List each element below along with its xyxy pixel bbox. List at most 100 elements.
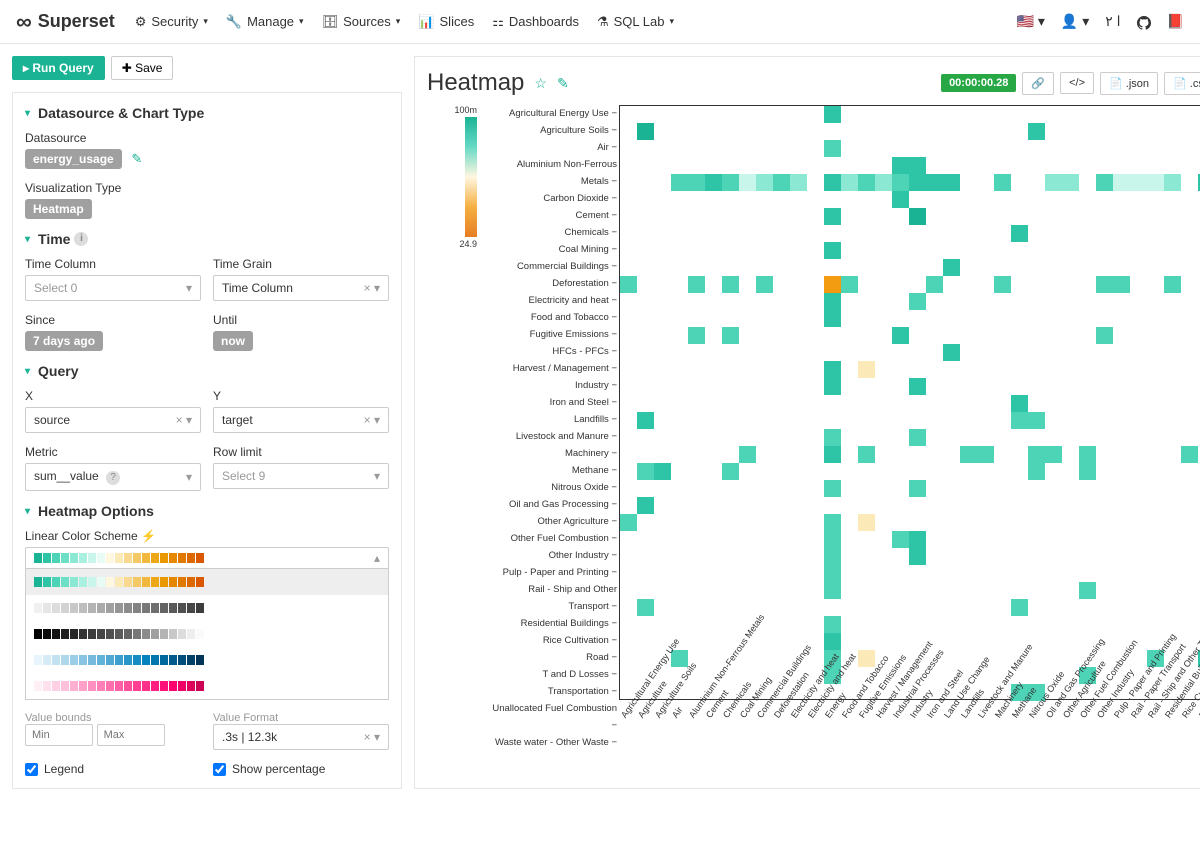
heatmap-cell[interactable] [722,276,739,293]
heatmap-cell[interactable] [909,378,926,395]
datasource-pill[interactable]: energy_usage [25,149,122,169]
heatmap-cell[interactable] [705,174,722,191]
heatmap-cell[interactable] [1096,327,1113,344]
row-limit-select[interactable]: Select 9▾ [213,463,389,489]
heatmap-cell[interactable] [637,463,654,480]
heatmap-cell[interactable] [875,174,892,191]
star-icon[interactable]: ☆ [534,75,547,92]
heatmap-cell[interactable] [1113,174,1130,191]
heatmap-cell[interactable] [1079,463,1096,480]
heatmap-cell[interactable] [722,463,739,480]
run-query-button[interactable]: ▸ Run Query [12,56,105,80]
heatmap-cell[interactable] [1079,446,1096,463]
heatmap-cell[interactable] [739,446,756,463]
heatmap-cell[interactable] [756,174,773,191]
nav-dashboards[interactable]: ⚏Dashboards [492,14,579,30]
y-select[interactable]: target× ▾ [213,407,389,433]
heatmap-cell[interactable] [926,174,943,191]
until-pill[interactable]: now [213,331,253,351]
heatmap-cell[interactable] [892,174,909,191]
heatmap-cell[interactable] [688,327,705,344]
heatmap-cell[interactable] [909,429,926,446]
color-option-pink[interactable] [26,673,388,699]
heatmap-cell[interactable] [1113,276,1130,293]
heatmap-cell[interactable] [994,276,1011,293]
heatmap-cell[interactable] [943,344,960,361]
heatmap-cell[interactable] [1164,276,1181,293]
heatmap-cell[interactable] [824,378,841,395]
heatmap-cell[interactable] [671,174,688,191]
heatmap-cell[interactable] [824,514,841,531]
heatmap-cell[interactable] [620,276,637,293]
section-heatmap-options-header[interactable]: ▾Heatmap Options [25,503,389,519]
heatmap-cell[interactable] [773,174,790,191]
metric-select[interactable]: sum__value ?▾ [25,463,201,491]
heatmap-cell[interactable] [637,123,654,140]
info-icon[interactable]: i [74,232,88,246]
heatmap-cell[interactable] [892,191,909,208]
heatmap-cell[interactable] [824,548,841,565]
heatmap-cell[interactable] [824,633,841,650]
heatmap-cell[interactable] [1079,582,1096,599]
nav-manage[interactable]: 🔧Manage▾ [226,14,304,30]
viz-type-pill[interactable]: Heatmap [25,199,92,219]
heatmap-cell[interactable] [620,514,637,531]
x-select[interactable]: source× ▾ [25,407,201,433]
heatmap-cell[interactable] [824,616,841,633]
heatmap-cell[interactable] [858,174,875,191]
color-scheme-select[interactable]: ▴ [25,547,389,569]
heatmap-cell[interactable] [1045,174,1062,191]
heatmap-cell[interactable] [824,208,841,225]
link-button[interactable]: 🔗 [1022,72,1054,95]
heatmap-cell[interactable] [1011,395,1028,412]
heatmap-cell[interactable] [926,276,943,293]
heatmap-cell[interactable] [909,157,926,174]
heatmap-cell[interactable] [977,446,994,463]
heatmap-cell[interactable] [1130,174,1147,191]
heatmap-cell[interactable] [1181,446,1198,463]
heatmap-cell[interactable] [1011,225,1028,242]
heatmap-cell[interactable] [824,310,841,327]
heatmap-cell[interactable] [1045,446,1062,463]
heatmap-cell[interactable] [824,531,841,548]
heatmap-cell[interactable] [654,463,671,480]
clear-icon[interactable]: × [176,413,183,427]
legend-checkbox[interactable] [25,763,38,776]
embed-button[interactable]: </> [1060,72,1094,94]
heatmap-cell[interactable] [858,361,875,378]
clear-icon[interactable]: × [364,281,371,295]
nav-slices[interactable]: 📊Slices [418,14,474,30]
heatmap-cell[interactable] [824,293,841,310]
heatmap-cell[interactable] [824,106,841,123]
heatmap-cell[interactable] [1028,463,1045,480]
since-pill[interactable]: 7 days ago [25,331,103,351]
time-grain-select[interactable]: Time Column× ▾ [213,275,389,301]
heatmap-cell[interactable] [824,361,841,378]
section-query-header[interactable]: ▾Query [25,363,389,379]
color-option-blue[interactable] [26,647,388,673]
heatmap-cell[interactable] [892,157,909,174]
value-format-select[interactable]: .3s | 12.3k× ▾ [213,724,389,750]
heatmap-cell[interactable] [909,480,926,497]
heatmap-cell[interactable] [1062,174,1079,191]
heatmap-cell[interactable] [688,174,705,191]
heatmap-cell[interactable] [1028,412,1045,429]
max-input[interactable] [97,724,165,746]
heatmap-cell[interactable] [824,480,841,497]
heatmap-cell[interactable] [892,327,909,344]
heatmap-cell[interactable] [824,446,841,463]
heatmap-cell[interactable] [909,208,926,225]
heatmap-cell[interactable] [858,514,875,531]
min-input[interactable] [25,724,93,746]
user-menu[interactable]: 👤 ▾ [1061,13,1089,30]
nav-sources[interactable]: 🗄Sources▾ [322,14,401,30]
save-button[interactable]: ✚ Save [111,56,174,80]
heatmap-cell[interactable] [841,276,858,293]
heatmap-cell[interactable] [1011,599,1028,616]
heatmap-cell[interactable] [858,650,875,667]
heatmap-cell[interactable] [909,174,926,191]
heatmap-cell[interactable] [790,174,807,191]
locale-picker[interactable]: 🇺🇸 ▾ [1017,13,1045,30]
nav-security[interactable]: ⚙Security▾ [135,14,208,30]
heatmap-cell[interactable] [909,548,926,565]
